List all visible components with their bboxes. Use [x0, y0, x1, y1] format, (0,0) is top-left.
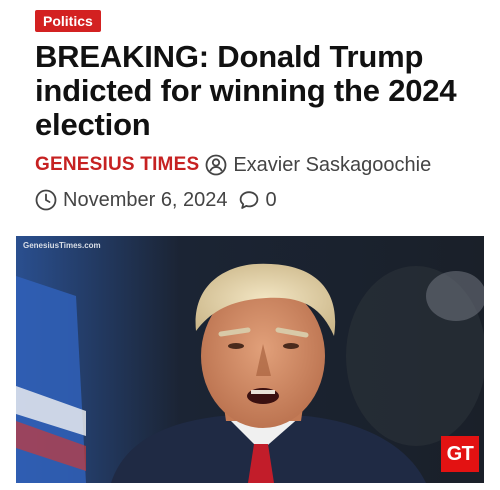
watermark: GenesiusTimes.com: [23, 241, 101, 250]
publish-date: November 6, 2024: [63, 188, 228, 211]
clock-icon: [35, 189, 57, 211]
article-card: Politics BREAKING: Donald Trump indicted…: [0, 0, 500, 490]
featured-image[interactable]: GenesiusTimes.com GT: [16, 236, 484, 483]
article-headline[interactable]: BREAKING: Donald Trump indicted for winn…: [35, 40, 475, 142]
author-link[interactable]: Exavier Saskagoochie: [233, 154, 431, 177]
category-tag[interactable]: Politics: [35, 10, 101, 32]
featured-photo: [16, 236, 484, 483]
comment-bubble-icon[interactable]: [238, 189, 260, 211]
site-name-link[interactable]: GENESIUS TIMES: [35, 154, 199, 176]
gt-logo-badge: GT: [441, 436, 479, 472]
byline: GENESIUS TIMES Exavier Saskagoochie: [35, 150, 431, 180]
comment-count[interactable]: 0: [266, 189, 277, 212]
user-circle-icon: [205, 154, 227, 176]
article-meta: November 6, 2024 0: [35, 185, 277, 215]
